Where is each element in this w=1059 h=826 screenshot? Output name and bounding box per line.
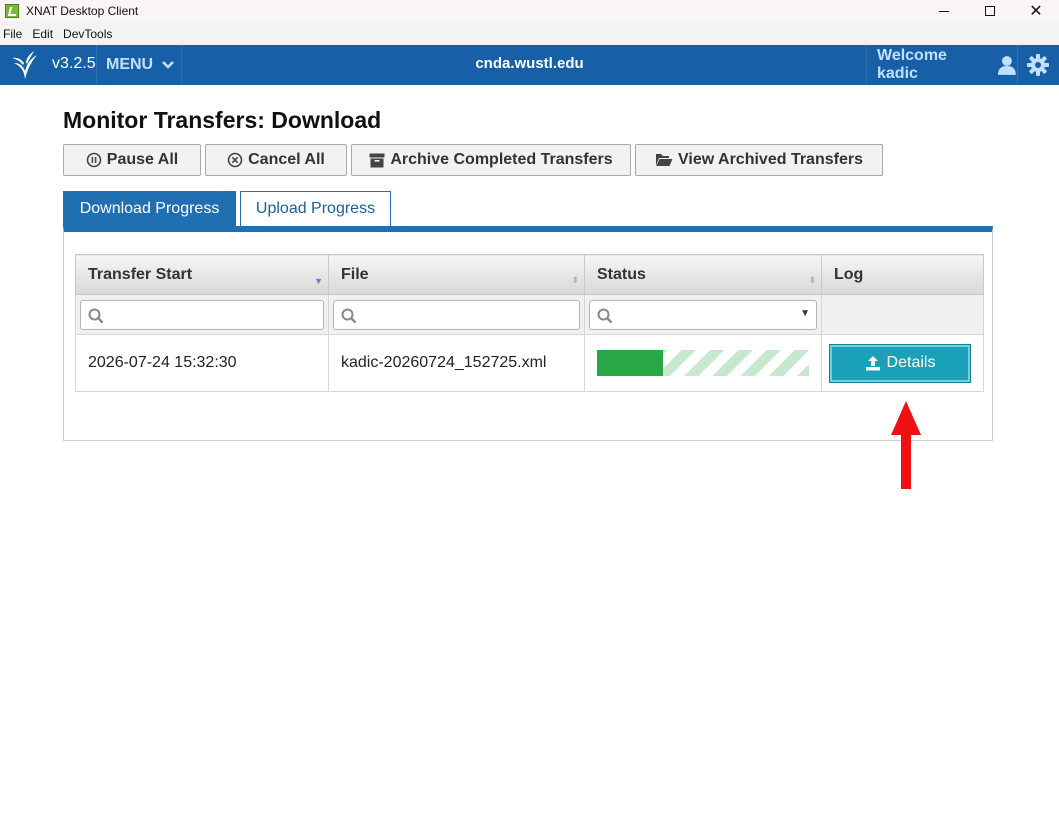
search-icon xyxy=(341,308,357,323)
archive-box-icon xyxy=(369,153,385,167)
file-filter-input[interactable] xyxy=(333,299,580,330)
pause-all-button[interactable]: Pause All xyxy=(63,144,201,176)
search-icon xyxy=(88,308,104,323)
view-archived-button[interactable]: View Archived Transfers xyxy=(635,144,883,176)
app-version: v3.2.5 xyxy=(52,55,96,72)
upload-icon xyxy=(865,356,880,371)
filter-cell xyxy=(75,294,329,335)
transfer-progress-bar xyxy=(597,350,809,376)
transfer-progress-fill xyxy=(597,350,663,376)
status-cell xyxy=(584,334,822,392)
tab-download-progress[interactable]: Download Progress xyxy=(63,191,236,226)
log-cell: Details xyxy=(821,334,984,392)
archive-completed-button[interactable]: Archive Completed Transfers xyxy=(351,144,631,176)
menubar: File Edit DevTools xyxy=(0,22,1059,45)
user-icon xyxy=(998,56,1017,75)
status-filter-select[interactable]: ▼ xyxy=(589,299,817,330)
page-title: Monitor Transfers: Download xyxy=(63,107,382,133)
main-menu-label: MENU xyxy=(106,56,154,73)
transfer-start-filter-input[interactable] xyxy=(80,299,324,330)
transfers-table: Transfer Start ▼ File ⬍ Status ⬍ Log ▼ 2… xyxy=(75,254,984,392)
cancel-all-label: Cancel All xyxy=(248,151,325,168)
menu-file[interactable]: File xyxy=(3,25,22,43)
sort-both-icon: ⬍ xyxy=(808,275,816,285)
view-archived-label: View Archived Transfers xyxy=(678,151,863,168)
chevron-down-icon xyxy=(162,61,175,69)
folder-open-icon xyxy=(656,154,673,166)
filter-row: ▼ xyxy=(75,294,984,335)
column-header-label: Transfer Start xyxy=(88,265,193,283)
table-row: 2026-07-24 15:32:30 kadic-20260724_15272… xyxy=(75,334,984,392)
xnat-logo-icon[interactable] xyxy=(10,49,40,81)
window-title: XNAT Desktop Client xyxy=(26,4,139,18)
archive-completed-label: Archive Completed Transfers xyxy=(390,151,613,168)
column-header-file[interactable]: File ⬍ xyxy=(328,254,585,295)
search-icon xyxy=(597,308,613,323)
tab-upload-progress[interactable]: Upload Progress xyxy=(240,191,391,226)
column-header-transfer-start[interactable]: Transfer Start ▼ xyxy=(75,254,329,295)
cancel-circle-icon xyxy=(227,152,243,168)
main-menu-button[interactable]: MENU xyxy=(96,45,182,85)
details-button[interactable]: Details xyxy=(829,343,971,383)
dropdown-arrow-icon: ▼ xyxy=(800,307,810,319)
sort-desc-icon: ▼ xyxy=(314,276,323,286)
sort-both-icon: ⬍ xyxy=(571,275,579,285)
column-header-label: Status xyxy=(597,265,646,283)
welcome-text: Welcome kadic xyxy=(877,47,947,82)
maximize-icon xyxy=(985,6,995,16)
up-arrow-icon xyxy=(891,401,921,489)
details-button-label: Details xyxy=(886,354,936,371)
user-menu-button[interactable]: Welcome kadic xyxy=(866,45,1018,85)
column-header-log: Log xyxy=(821,254,984,295)
gear-icon[interactable] xyxy=(1026,53,1050,77)
column-header-label: File xyxy=(341,265,369,283)
column-header-status[interactable]: Status ⬍ xyxy=(584,254,822,295)
maximize-button[interactable] xyxy=(967,0,1013,22)
app-header: v3.2.5 MENU cnda.wustl.edu Welcome kadic xyxy=(0,45,1059,85)
minimize-button[interactable] xyxy=(921,0,967,22)
menu-devtools[interactable]: DevTools xyxy=(63,25,112,43)
column-header-label: Log xyxy=(834,265,864,283)
close-button[interactable]: ✕ xyxy=(1013,0,1059,22)
pause-all-label: Pause All xyxy=(106,151,179,168)
minimize-icon xyxy=(939,10,949,12)
cancel-all-button[interactable]: Cancel All xyxy=(205,144,347,176)
transfer-start-cell: 2026-07-24 15:32:30 xyxy=(75,334,329,392)
window-titlebar: XNAT Desktop Client ✕ xyxy=(0,0,1059,22)
download-progress-panel: Transfer Start ▼ File ⬍ Status ⬍ Log ▼ 2… xyxy=(63,226,993,441)
app-icon xyxy=(5,4,19,18)
filter-cell: ▼ xyxy=(584,294,822,335)
filter-cell-empty xyxy=(821,294,984,335)
menu-edit[interactable]: Edit xyxy=(32,25,53,43)
file-cell: kadic-20260724_152725.xml xyxy=(328,334,585,392)
filter-cell xyxy=(328,294,585,335)
pause-circle-icon xyxy=(86,152,102,168)
window-controls: ✕ xyxy=(921,0,1059,22)
